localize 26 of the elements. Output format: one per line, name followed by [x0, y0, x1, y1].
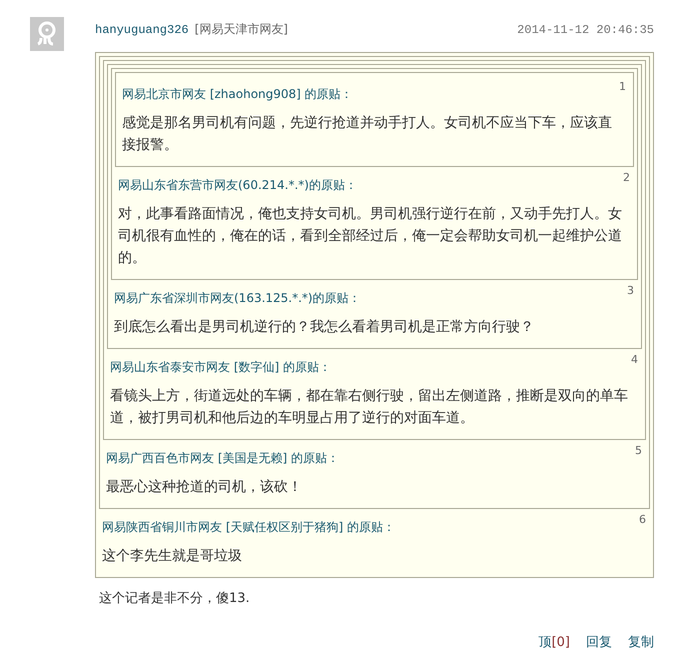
avatar-icon[interactable]: [30, 17, 64, 51]
floor-number: 6: [639, 513, 646, 528]
floor-number: 2: [623, 171, 630, 186]
quote-source[interactable]: 网易山东省东营市网友(60.214.*.*)的原贴：: [118, 177, 357, 194]
floor-number: 1: [619, 80, 626, 95]
quote-text: 看镜头上方，街道远处的车辆，都在靠右侧行驶，留出左侧道路，推断是双向的单车道，被打男司机和他后边的车明显占用了逆行的对面车道。: [109, 387, 629, 428]
action-link[interactable]: 复制: [628, 633, 654, 651]
quote-text: 对，此事看路面情况，俺也支持女司机。男司机强行逆行在前，又动手先打人。女司机很有血性的，俺在的话，看到全部经过后，俺一定会帮助女司机一起维护公道的。: [117, 205, 623, 268]
quote-source[interactable]: 网易陕西省铜川市网友 [天赋任权区别于猪狗] 的原贴：: [102, 519, 395, 536]
quote-text: 这个李先生就是哥垃圾: [101, 547, 243, 566]
quote-source[interactable]: 网易北京市网友 [zhaohong908] 的原贴：: [122, 86, 353, 103]
quote-source[interactable]: 网易广东省深圳市网友(163.125.*.*)的原贴：: [114, 290, 361, 307]
floor-number: 4: [631, 353, 638, 368]
quote-source[interactable]: 网易山东省泰安市网友 [数字仙] 的原贴：: [110, 359, 331, 376]
quote-text: 到底怎么看出是男司机逆行的？我怎么看着男司机是正常方向行驶？: [113, 318, 535, 337]
action-link[interactable]: 回复: [586, 633, 612, 651]
quote-source[interactable]: 网易广西百色市网友 [美国是无赖] 的原贴：: [106, 450, 339, 467]
quote-text: 最恶心这种抢道的司机，该砍！: [105, 478, 303, 497]
username-link[interactable]: hanyuguang326: [95, 23, 189, 37]
action-link[interactable]: 顶[0]: [538, 633, 570, 651]
comment-text: 这个记者是非不分，傻13.: [98, 590, 251, 607]
post-time: 2014-11-12 20:46:35: [517, 23, 654, 37]
floor-number: 3: [627, 284, 634, 299]
quote-text: 感觉是那名男司机有问题，先逆行抢道并动手打人。女司机不应当下车，应该直接报警。: [121, 114, 613, 155]
floor-number: 5: [635, 444, 642, 459]
user-location: [网易天津市网友]: [194, 21, 288, 38]
